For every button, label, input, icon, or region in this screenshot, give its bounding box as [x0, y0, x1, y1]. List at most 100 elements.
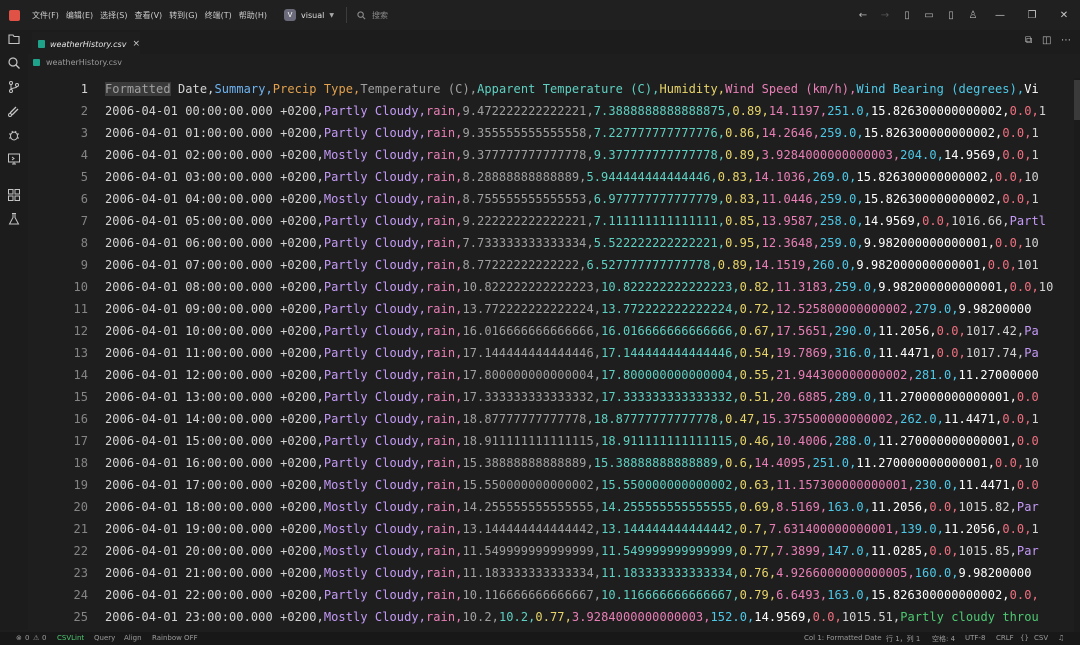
nav-forward-icon[interactable]: → [874, 10, 896, 21]
line-content[interactable]: 2006-04-01 17:00:00.000 +0200,Mostly Clo… [105, 474, 1039, 496]
toggle-panel-icon[interactable]: ▭ [918, 10, 940, 21]
encoding[interactable]: UTF-8 [965, 634, 985, 642]
breadcrumb-file[interactable]: weatherHistory.csv [46, 58, 122, 67]
code-editor[interactable]: 1 Formatted Date,Summary,Precip Type,Temp… [28, 78, 1080, 632]
workspace-selector[interactable]: V visual ▼ [284, 9, 334, 21]
csvlint-status[interactable]: CSVLint [57, 634, 84, 642]
editor-line[interactable]: 12 2006-04-01 10:00:00.000 +0200,Partly C… [28, 320, 1080, 342]
open-preview-icon[interactable]: ⧉ [1025, 35, 1032, 46]
line-content[interactable]: 2006-04-01 15:00:00.000 +0200,Partly Clo… [105, 430, 1039, 452]
editor-line[interactable]: 16 2006-04-01 14:00:00.000 +0200,Partly C… [28, 408, 1080, 430]
remote-window-icon[interactable] [7, 152, 21, 166]
editor-line[interactable]: 21 2006-04-01 19:00:00.000 +0200,Mostly C… [28, 518, 1080, 540]
menu-help[interactable]: 帮助(H) [239, 10, 267, 21]
line-content[interactable]: 2006-04-01 08:00:00.000 +0200,Partly Clo… [105, 276, 1053, 298]
line-content[interactable]: 2006-04-01 10:00:00.000 +0200,Partly Clo… [105, 320, 1039, 342]
line-content[interactable]: 2006-04-01 13:00:00.000 +0200,Partly Clo… [105, 386, 1039, 408]
editor-line[interactable]: 18 2006-04-01 16:00:00.000 +0200,Partly C… [28, 452, 1080, 474]
line-content[interactable]: 2006-04-01 00:00:00.000 +0200,Partly Clo… [105, 100, 1046, 122]
close-icon[interactable]: × [132, 39, 140, 49]
menu-view[interactable]: 查看(V) [134, 10, 162, 21]
menu-go[interactable]: 转到(G) [169, 10, 197, 21]
line-content[interactable]: 2006-04-01 18:00:00.000 +0200,Mostly Clo… [105, 496, 1039, 518]
line-content[interactable]: 2006-04-01 14:00:00.000 +0200,Partly Clo… [105, 408, 1039, 430]
line-content[interactable]: 2006-04-01 16:00:00.000 +0200,Partly Clo… [105, 452, 1039, 474]
editor-line[interactable]: 8 2006-04-01 06:00:00.000 +0200,Partly Cl… [28, 232, 1080, 254]
explorer-icon[interactable] [7, 32, 21, 46]
close-window-icon[interactable]: ✕ [1048, 10, 1080, 21]
remote-explorer-icon[interactable] [7, 104, 21, 118]
editor-line[interactable]: 23 2006-04-01 21:00:00.000 +0200,Mostly C… [28, 562, 1080, 584]
more-actions-icon[interactable]: ⋯ [1061, 35, 1071, 46]
scrollbar-thumb[interactable] [1074, 80, 1080, 120]
editor-line[interactable]: 17 2006-04-01 15:00:00.000 +0200,Partly C… [28, 430, 1080, 452]
source-control-icon[interactable] [7, 80, 21, 94]
editor-line[interactable]: 7 2006-04-01 05:00:00.000 +0200,Partly Cl… [28, 210, 1080, 232]
line-content[interactable]: 2006-04-01 11:00:00.000 +0200,Partly Clo… [105, 342, 1039, 364]
editor-line[interactable]: 11 2006-04-01 09:00:00.000 +0200,Partly C… [28, 298, 1080, 320]
indentation[interactable]: 空格: 4 [932, 634, 955, 644]
toggle-sidebar-icon[interactable]: ▯ [896, 10, 918, 21]
run-debug-icon[interactable] [7, 128, 21, 142]
line-ending[interactable]: CRLF [996, 634, 1014, 642]
line-content[interactable]: 2006-04-01 04:00:00.000 +0200,Mostly Clo… [105, 188, 1039, 210]
minimize-icon[interactable]: — [984, 10, 1016, 21]
line-content[interactable]: 2006-04-01 23:00:00.000 +0200,Mostly Clo… [105, 606, 1039, 628]
line-content[interactable]: 2006-04-01 22:00:00.000 +0200,Partly Clo… [105, 584, 1039, 606]
extensions-icon[interactable] [7, 188, 21, 202]
tab-weatherhistory[interactable]: weatherHistory.csv × [32, 32, 140, 55]
editor-line[interactable]: 22 2006-04-01 20:00:00.000 +0200,Mostly C… [28, 540, 1080, 562]
notifications-icon[interactable]: ♫ [1058, 634, 1064, 642]
line-content[interactable]: 2006-04-01 21:00:00.000 +0200,Mostly Clo… [105, 562, 1032, 584]
editor-line[interactable]: 14 2006-04-01 12:00:00.000 +0200,Partly C… [28, 364, 1080, 386]
error-count[interactable]: 0 [25, 634, 29, 642]
warning-count[interactable]: 0 [42, 634, 46, 642]
split-editor-icon[interactable]: ◫ [1042, 35, 1051, 46]
toggle-secondary-sidebar-icon[interactable]: ▯ [940, 10, 962, 21]
align-button[interactable]: Align [124, 634, 142, 642]
nav-back-icon[interactable]: ← [852, 10, 874, 21]
column-info[interactable]: Col 1: Formatted Date [804, 634, 882, 642]
menu-edit[interactable]: 编辑(E) [66, 10, 93, 21]
editor-line[interactable]: 9 2006-04-01 07:00:00.000 +0200,Partly Cl… [28, 254, 1080, 276]
editor-line[interactable]: 2 2006-04-01 00:00:00.000 +0200,Partly Cl… [28, 100, 1080, 122]
line-content[interactable]: 2006-04-01 09:00:00.000 +0200,Partly Clo… [105, 298, 1032, 320]
editor-line[interactable]: 13 2006-04-01 11:00:00.000 +0200,Partly C… [28, 342, 1080, 364]
editor-line[interactable]: 4 2006-04-01 02:00:00.000 +0200,Mostly Cl… [28, 144, 1080, 166]
editor-line[interactable]: 25 2006-04-01 23:00:00.000 +0200,Mostly C… [28, 606, 1080, 628]
line-content[interactable]: 2006-04-01 03:00:00.000 +0200,Partly Clo… [105, 166, 1039, 188]
line-content[interactable]: 2006-04-01 01:00:00.000 +0200,Partly Clo… [105, 122, 1039, 144]
editor-line[interactable]: 24 2006-04-01 22:00:00.000 +0200,Partly C… [28, 584, 1080, 606]
account-icon[interactable]: ♙ [962, 10, 984, 21]
language-braces-icon[interactable]: {} [1020, 634, 1029, 642]
editor-line[interactable]: 10 2006-04-01 08:00:00.000 +0200,Partly C… [28, 276, 1080, 298]
rainbow-toggle[interactable]: Rainbow OFF [152, 634, 198, 642]
line-content[interactable]: 2006-04-01 06:00:00.000 +0200,Partly Clo… [105, 232, 1039, 254]
command-search[interactable]: 搜索 [357, 10, 388, 21]
line-content[interactable]: 2006-04-01 07:00:00.000 +0200,Partly Clo… [105, 254, 1039, 276]
search-icon[interactable] [7, 56, 21, 70]
line-content[interactable]: Formatted Date,Summary,Precip Type,Tempe… [105, 78, 1039, 100]
cursor-position[interactable]: 行 1，列 1 [886, 634, 920, 644]
error-icon[interactable]: ⊗ [16, 634, 22, 642]
line-content[interactable]: 2006-04-01 12:00:00.000 +0200,Partly Clo… [105, 364, 1039, 386]
testing-flask-icon[interactable] [7, 212, 21, 226]
line-content[interactable]: 2006-04-01 05:00:00.000 +0200,Partly Clo… [105, 210, 1046, 232]
menu-selection[interactable]: 选择(S) [100, 10, 127, 21]
language-mode[interactable]: CSV [1034, 634, 1048, 642]
line-content[interactable]: 2006-04-01 20:00:00.000 +0200,Mostly Clo… [105, 540, 1039, 562]
restore-icon[interactable]: ❐ [1016, 10, 1048, 21]
editor-line[interactable]: 19 2006-04-01 17:00:00.000 +0200,Mostly C… [28, 474, 1080, 496]
warning-icon[interactable]: ⚠ [33, 634, 39, 642]
editor-line[interactable]: 3 2006-04-01 01:00:00.000 +0200,Partly Cl… [28, 122, 1080, 144]
editor-line[interactable]: 5 2006-04-01 03:00:00.000 +0200,Partly Cl… [28, 166, 1080, 188]
editor-line[interactable]: 1 Formatted Date,Summary,Precip Type,Temp… [28, 78, 1080, 100]
editor-line[interactable]: 6 2006-04-01 04:00:00.000 +0200,Mostly Cl… [28, 188, 1080, 210]
query-button[interactable]: Query [94, 634, 115, 642]
editor-line[interactable]: 15 2006-04-01 13:00:00.000 +0200,Partly C… [28, 386, 1080, 408]
editor-line[interactable]: 20 2006-04-01 18:00:00.000 +0200,Mostly C… [28, 496, 1080, 518]
menu-terminal[interactable]: 终端(T) [205, 10, 232, 21]
menu-file[interactable]: 文件(F) [32, 10, 59, 21]
vertical-scrollbar[interactable] [1074, 78, 1080, 632]
line-content[interactable]: 2006-04-01 02:00:00.000 +0200,Mostly Clo… [105, 144, 1039, 166]
